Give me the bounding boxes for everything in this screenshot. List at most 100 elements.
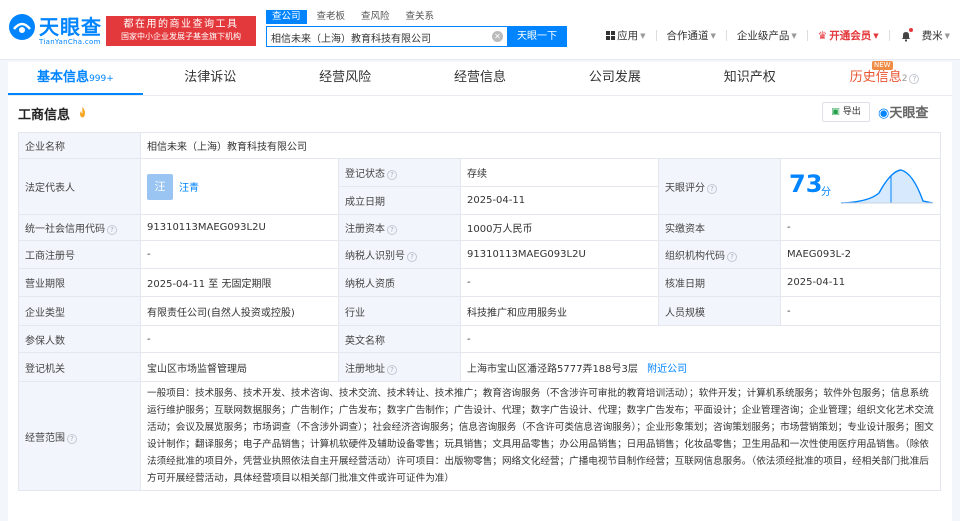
search-box: ✕ [266, 26, 507, 47]
help-icon[interactable]: ? [707, 184, 717, 194]
legal-rep-label: 法定代表人 [18, 158, 141, 215]
reg-status-label-text: 登记状态 [345, 169, 385, 180]
chevron-down-icon: ▼ [873, 31, 879, 40]
logo[interactable]: 天眼查 TianYanCha.com [8, 11, 103, 49]
help-icon[interactable]: ? [387, 170, 397, 180]
search-button[interactable]: 天眼一下 [507, 26, 567, 47]
user-name: 费米 [921, 30, 943, 42]
org-code: MAEG093L-2 [779, 240, 942, 269]
nav-partner[interactable]: 合作通道 ▼ [667, 28, 716, 43]
tab-label: 经营信息 [454, 70, 507, 85]
nav-vip-label: 开通会员 [829, 30, 872, 42]
tab-label: 法律诉讼 [184, 70, 237, 85]
slogan-banner: 都在用的商业查询工具 国家中小企业发展子基金旗下机构 [106, 16, 256, 46]
taxpayer-qual-label: 纳税人资质 [338, 268, 461, 297]
reg-status: 存续 [460, 158, 659, 187]
type-label: 企业类型 [18, 296, 141, 326]
table-row: 法定代表人 汪汪青 登记状态? 存续 天眼评分? 73 分 [18, 158, 942, 215]
export-label: 导出 [842, 107, 861, 117]
approval-date-label: 核准日期 [658, 268, 781, 297]
legal-rep-avatar[interactable]: 汪 [147, 173, 173, 200]
search-input[interactable] [271, 29, 481, 45]
nav-vip[interactable]: ♛ 开通会员 ▼ [818, 28, 879, 43]
slogan-line-1: 都在用的商业查询工具 [123, 19, 239, 30]
help-icon[interactable]: ? [909, 74, 920, 84]
slogan-line-2: 国家中小企业发展子基金旗下机构 [121, 32, 241, 41]
bell-icon[interactable] [900, 27, 913, 42]
top-bar: 天眼查 TianYanCha.com 都在用的商业查询工具 国家中小企业发展子基… [0, 0, 960, 60]
taxpayer-id-label: 纳税人识别号? [338, 240, 461, 269]
chevron-down-icon: ▼ [710, 31, 716, 40]
nav-app-label: 应用 [617, 30, 639, 42]
nav-partner-label: 合作通道 [666, 30, 709, 42]
insured-label: 参保人数 [18, 325, 141, 353]
tab-development[interactable]: 公司发展 [547, 62, 682, 95]
export-button[interactable]: ▣ 导出 [822, 102, 870, 122]
new-badge: NEW [872, 61, 893, 70]
score-cell[interactable]: 73 分 [779, 158, 942, 215]
found-date-label: 成立日期 [338, 186, 461, 215]
score-unit: 分 [821, 186, 831, 198]
tab-risk[interactable]: 经营风险 [278, 62, 413, 95]
section-title: 工商信息 [18, 108, 71, 123]
nav-divider [655, 30, 657, 41]
nav-app[interactable]: 应用 ▼ [606, 28, 646, 43]
search-tab-company[interactable]: 查公司 [266, 10, 307, 24]
company-type: 有限责任公司(自然人投资或控股) [140, 296, 339, 326]
org-code-label-text: 组织机构代码 [665, 251, 725, 262]
reg-capital-label-text: 注册资本 [345, 224, 385, 235]
nav-user[interactable]: 费米 ▼ [922, 28, 950, 43]
credit-code-label-text: 统一社会信用代码 [25, 224, 105, 235]
tab-count: 999+ [89, 74, 114, 84]
clear-icon[interactable]: ✕ [492, 31, 503, 42]
tab-basic-info[interactable]: 基本信息999+ [8, 62, 143, 95]
table-row: 统一社会信用代码? 91310113MAEG093L2U 注册资本? 1000万… [18, 214, 942, 241]
table-row: 企业名称 相信未来（上海）教育科技有限公司 [18, 132, 942, 159]
search-type-tabs: 查公司 查老板 查风险 查关系 [266, 10, 440, 24]
staff: - [779, 296, 942, 326]
help-icon[interactable]: ? [107, 225, 117, 235]
legal-rep-link[interactable]: 汪青 [179, 183, 199, 194]
authority: 宝山区市场监督管理局 [140, 352, 339, 382]
staff-label: 人员规模 [658, 296, 781, 326]
scope-label: 经营范围? [18, 381, 141, 491]
top-nav: 应用 ▼ 合作通道 ▼ 企业级产品 ▼ ♛ 开通会员 ▼ 费米 ▼ [606, 27, 950, 43]
search-tab-risk[interactable]: 查风险 [355, 10, 396, 24]
address-label-text: 注册地址 [345, 363, 385, 375]
reg-no: - [140, 240, 339, 269]
search-tab-boss[interactable]: 查老板 [311, 10, 352, 24]
address-label: 注册地址? [338, 352, 461, 382]
reg-status-label: 登记状态? [338, 158, 461, 187]
help-icon[interactable]: ? [407, 252, 417, 262]
help-icon[interactable]: ? [67, 433, 77, 444]
table-row: 工商注册号 - 纳税人识别号? 91310113MAEG093L2U 组织机构代… [18, 240, 942, 269]
business-info-table: 企业名称 相信未来（上海）教育科技有限公司 法定代表人 汪汪青 登记状态? 存续… [18, 132, 942, 491]
tab-label: 知识产权 [723, 70, 776, 85]
scope-label-text: 经营范围 [25, 432, 65, 444]
paid-capital: - [779, 214, 942, 241]
nearby-companies-link[interactable]: 附近公司 [647, 364, 687, 375]
taxpayer-qual: - [460, 268, 659, 297]
score-distribution-icon [840, 168, 934, 204]
tab-ip[interactable]: 知识产权 [682, 62, 817, 95]
search-tab-relation[interactable]: 查关系 [400, 10, 441, 24]
help-icon[interactable]: ? [727, 252, 737, 262]
nav-divider [725, 30, 727, 41]
english-name-label: 英文名称 [338, 325, 461, 353]
nav-enterprise[interactable]: 企业级产品 ▼ [737, 28, 797, 43]
notification-dot [908, 27, 913, 32]
taxpayer-id: 91310113MAEG093L2U [460, 240, 659, 269]
tab-business[interactable]: 经营信息 [413, 62, 548, 95]
table-row: 营业期限 2025-04-11 至 无固定期限 纳税人资质 - 核准日期 202… [18, 268, 942, 297]
nav-divider [806, 30, 808, 41]
taxpayer-id-label-text: 纳税人识别号 [345, 251, 405, 262]
help-icon[interactable]: ? [387, 364, 397, 375]
logo-text: 天眼查 [39, 15, 102, 39]
help-icon[interactable]: ? [387, 225, 397, 235]
tab-legal[interactable]: 法律诉讼 [143, 62, 278, 95]
company-tabs: 基本信息999+ 法律诉讼 经营风险 经营信息 公司发展 知识产权 历史信息2?… [8, 61, 952, 96]
found-date: 2025-04-11 [460, 186, 659, 215]
address: 上海市宝山区潘泾路5777弄188号3层 [467, 363, 638, 375]
content-panel: 基本信息999+ 法律诉讼 经营风险 经营信息 公司发展 知识产权 历史信息2?… [8, 61, 952, 521]
term: 2025-04-11 至 无固定期限 [140, 268, 339, 297]
